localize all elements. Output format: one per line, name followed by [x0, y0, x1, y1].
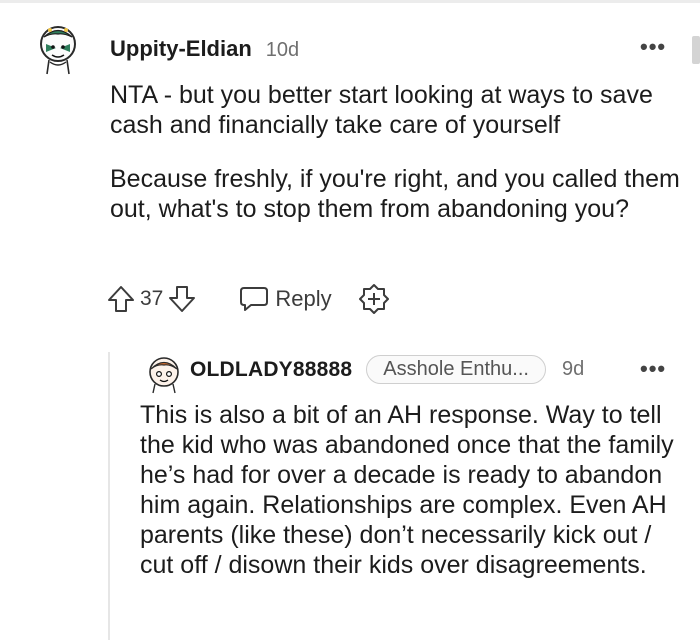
comment-age: 10d: [265, 39, 300, 61]
thread-line[interactable]: [108, 352, 110, 640]
more-options-icon[interactable]: •••: [640, 36, 666, 58]
scrollbar-thumb[interactable]: [692, 36, 700, 64]
user-avatar-icon[interactable]: [36, 22, 80, 84]
comment-actions: 37 Reply: [106, 284, 390, 314]
comment-paragraph: Because freshly, if you're right, and yo…: [110, 165, 680, 223]
user-flair: Asshole Enthu...: [366, 355, 546, 384]
comment-paragraph: NTA - but you better start looking at wa…: [110, 81, 653, 139]
downvote-icon[interactable]: [167, 284, 197, 314]
reply-header: OLDLADY88888 Asshole Enthu... 9d: [190, 355, 584, 384]
username[interactable]: Uppity-Eldian: [110, 36, 252, 62]
vote-count: 37: [140, 287, 164, 310]
more-options-icon[interactable]: •••: [640, 358, 666, 380]
username[interactable]: OLDLADY88888: [190, 358, 352, 382]
award-plus-icon[interactable]: [358, 283, 390, 315]
upvote-icon[interactable]: [106, 284, 136, 314]
comment-header: Uppity-Eldian 10d: [110, 36, 299, 62]
top-divider: [0, 0, 700, 3]
reply-button[interactable]: Reply: [239, 285, 332, 313]
reply-text: This is also a bit of an AH response. Wa…: [140, 401, 674, 579]
speech-bubble-icon: [239, 285, 269, 313]
reply-label: Reply: [275, 286, 332, 311]
user-avatar-icon[interactable]: [146, 355, 182, 395]
comment-age: 9d: [561, 358, 585, 380]
